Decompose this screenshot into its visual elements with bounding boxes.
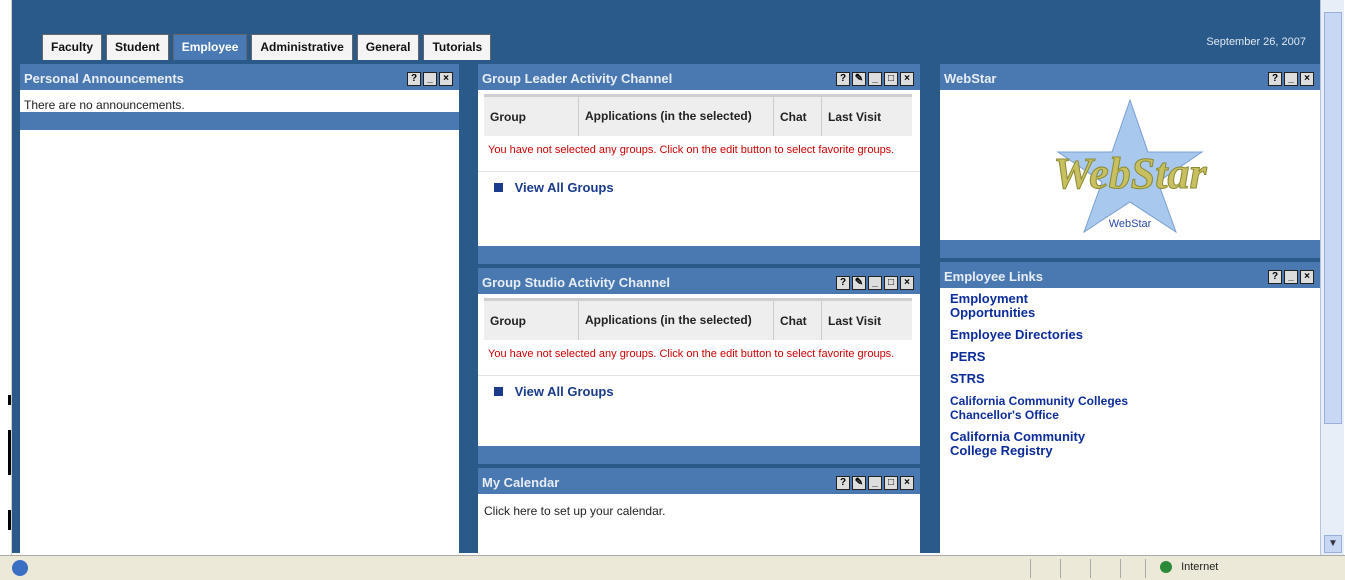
edit-icon[interactable]: ✎ xyxy=(852,476,866,490)
column-gap xyxy=(463,60,478,553)
column-header: Applications (in the selected) xyxy=(579,301,774,340)
close-icon[interactable]: × xyxy=(439,72,453,86)
portal-header: Faculty Student Employee Administrative … xyxy=(12,0,1320,60)
security-zone: Internet xyxy=(1160,561,1219,574)
channel-title: Group Studio Activity Channel xyxy=(482,275,671,290)
employee-links-list: Employment Opportunities Employee Direct… xyxy=(940,288,1320,462)
channel-body: WebStar WebStar xyxy=(940,90,1320,240)
tab-general[interactable]: General xyxy=(356,34,420,60)
channel-header: Employee Links ? _ × xyxy=(940,258,1320,288)
tab-employee[interactable]: Employee xyxy=(172,34,248,60)
calendar-setup-link[interactable]: Click here to set up your calendar. xyxy=(484,504,665,518)
status-bar: Internet xyxy=(0,555,1345,580)
browser-window: Faculty Student Employee Administrative … xyxy=(0,0,1345,580)
channel-footer xyxy=(20,112,459,130)
help-icon[interactable]: ? xyxy=(1268,72,1282,86)
tab-bar: Faculty Student Employee Administrative … xyxy=(42,34,495,60)
link-cccco[interactable]: California Community Colleges Chancellor… xyxy=(940,390,1140,426)
help-icon[interactable]: ? xyxy=(836,476,850,490)
channel-body: Group Applications (in the selected) Cha… xyxy=(478,94,920,246)
close-icon[interactable]: × xyxy=(1300,72,1314,86)
tab-faculty[interactable]: Faculty xyxy=(42,34,103,60)
logo-text: WebStar xyxy=(1053,149,1207,198)
close-icon[interactable]: × xyxy=(900,72,914,86)
help-icon[interactable]: ? xyxy=(836,276,850,290)
close-icon[interactable]: × xyxy=(900,276,914,290)
tab-administrative[interactable]: Administrative xyxy=(251,34,353,60)
column-header: Applications (in the selected) xyxy=(579,97,774,136)
column-gap xyxy=(920,60,940,553)
left-border xyxy=(0,0,12,555)
help-icon[interactable]: ? xyxy=(1268,270,1282,284)
edit-icon[interactable]: ✎ xyxy=(852,72,866,86)
help-icon[interactable]: ? xyxy=(407,72,421,86)
announcement-text: There are no announcements. xyxy=(24,98,185,112)
tab-student[interactable]: Student xyxy=(106,34,169,60)
channel-header: My Calendar ? ✎ _ □ × xyxy=(478,464,920,494)
vertical-scrollbar[interactable]: ▼ xyxy=(1320,0,1344,555)
scroll-down-arrow-icon[interactable]: ▼ xyxy=(1324,535,1342,553)
channel-footer xyxy=(478,446,920,464)
column-header: Chat xyxy=(774,301,822,340)
no-groups-message: You have not selected any groups. Click … xyxy=(488,348,895,360)
channel-header: WebStar ? _ × xyxy=(940,60,1320,90)
page-icon xyxy=(12,560,28,576)
column-header: Last Visit xyxy=(828,109,882,124)
minimize-icon[interactable]: _ xyxy=(868,476,882,490)
group-table-header: Group Applications (in the selected) Cha… xyxy=(484,94,912,136)
link-label: View All Groups xyxy=(514,384,614,399)
channel-title: WebStar xyxy=(944,71,997,86)
column-header: Chat xyxy=(774,97,822,136)
minimize-icon[interactable]: _ xyxy=(423,72,437,86)
channel-title: Group Leader Activity Channel xyxy=(482,71,673,86)
close-icon[interactable]: × xyxy=(900,476,914,490)
channel-title: Employee Links xyxy=(944,269,1043,284)
bullet-icon xyxy=(494,183,503,192)
channel-footer xyxy=(478,246,920,264)
minimize-icon[interactable]: _ xyxy=(868,72,882,86)
channel-title: My Calendar xyxy=(482,475,560,490)
bullet-icon xyxy=(494,387,503,396)
column-header: Last Visit xyxy=(828,313,882,328)
minimize-icon[interactable]: _ xyxy=(868,276,882,290)
minimize-icon[interactable]: _ xyxy=(1284,270,1298,284)
channel-header: Personal Announcements ? _ × xyxy=(20,60,459,90)
current-date: September 26, 2007 xyxy=(1206,36,1306,48)
maximize-icon[interactable]: □ xyxy=(884,276,898,290)
link-employment-opportunities[interactable]: Employment Opportunities xyxy=(940,288,1080,324)
view-all-groups-link[interactable]: View All Groups xyxy=(478,171,920,203)
column-left: Personal Announcements ? _ × There are n… xyxy=(12,60,463,553)
logo-caption: WebStar xyxy=(1108,218,1152,230)
column-header: Group xyxy=(484,301,579,340)
tab-tutorials[interactable]: Tutorials xyxy=(423,34,492,60)
edit-icon[interactable]: ✎ xyxy=(852,276,866,290)
channel-header: Group Leader Activity Channel ? ✎ _ □ × xyxy=(478,60,920,90)
channel-body: Group Applications (in the selected) Cha… xyxy=(478,298,920,446)
link-ccc-registry[interactable]: California Community College Registry xyxy=(940,426,1140,462)
maximize-icon[interactable]: □ xyxy=(884,476,898,490)
channel-title: Personal Announcements xyxy=(24,71,184,86)
channel-body: Click here to set up your calendar. xyxy=(478,494,920,528)
link-employee-directories[interactable]: Employee Directories xyxy=(940,324,1320,346)
no-groups-message: You have not selected any groups. Click … xyxy=(488,144,895,156)
maximize-icon[interactable]: □ xyxy=(884,72,898,86)
column-middle: Group Leader Activity Channel ? ✎ _ □ × … xyxy=(478,60,920,553)
link-strs[interactable]: STRS xyxy=(940,368,1320,390)
column-header: Group xyxy=(484,97,579,136)
link-label: View All Groups xyxy=(514,180,614,195)
help-icon[interactable]: ? xyxy=(836,72,850,86)
scrollbar-thumb[interactable] xyxy=(1324,12,1342,424)
view-all-groups-link[interactable]: View All Groups xyxy=(478,375,920,407)
zone-label: Internet xyxy=(1181,561,1219,573)
channel-footer xyxy=(940,240,1320,258)
globe-icon xyxy=(1160,561,1172,574)
link-pers[interactable]: PERS xyxy=(940,346,1320,368)
column-right: WebStar ? _ × WebStar WebStar Employee L… xyxy=(940,60,1320,553)
close-icon[interactable]: × xyxy=(1300,270,1314,284)
minimize-icon[interactable]: _ xyxy=(1284,72,1298,86)
group-table-header: Group Applications (in the selected) Cha… xyxy=(484,298,912,340)
channel-header: Group Studio Activity Channel ? ✎ _ □ × xyxy=(478,264,920,294)
